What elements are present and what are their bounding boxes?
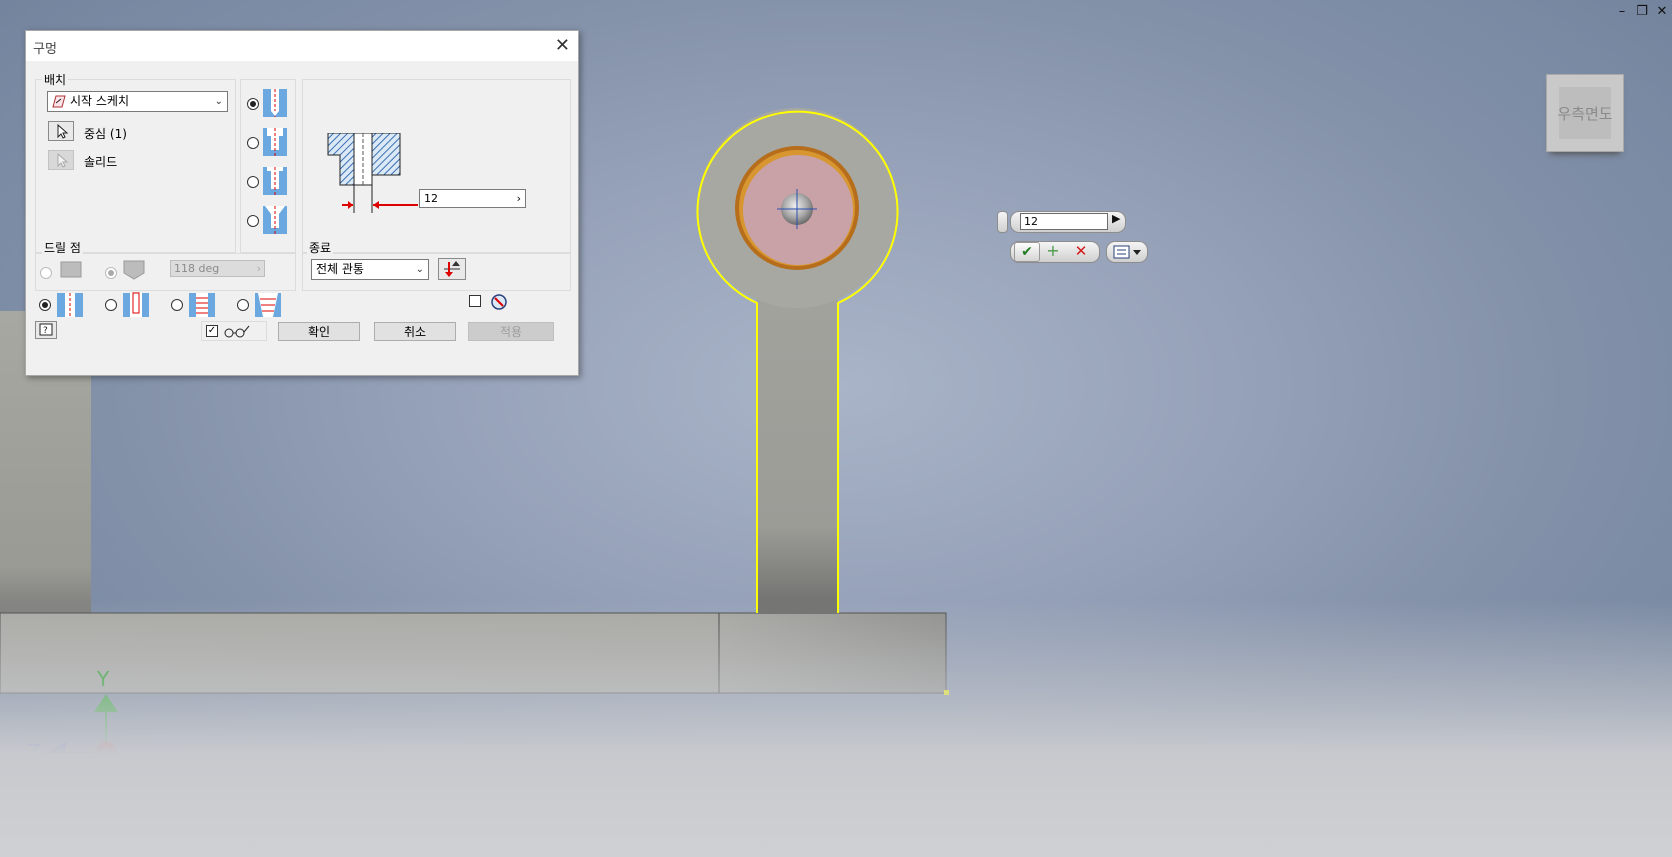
chevron-right-icon: › (256, 262, 261, 275)
hole-diameter-input[interactable]: 12 › (419, 189, 526, 208)
preview-toggle[interactable]: ✓ (201, 321, 267, 341)
simple-hole-icon (263, 89, 287, 117)
flip-direction-icon (444, 261, 460, 277)
clearance-hole-radio[interactable] (247, 137, 259, 149)
taper-hole-radio[interactable] (247, 215, 259, 227)
dialog-close-icon[interactable]: ✕ (555, 35, 570, 56)
placement-selected: 시작 스케치 (70, 94, 130, 108)
solid-label: 솔리드 (84, 155, 118, 169)
cancel-x-icon[interactable]: ✕ (1069, 241, 1093, 261)
counterbore-hole-icon (263, 128, 287, 156)
countersink-hole-icon (263, 206, 287, 234)
cursor-arrow-icon (57, 152, 69, 168)
clearance-hole-icon (123, 292, 149, 317)
simple-hole-radio[interactable] (247, 98, 259, 110)
base-plate[interactable] (0, 612, 947, 694)
minitoolbar-grip[interactable] (997, 211, 1008, 233)
flat-drill-icon (60, 261, 82, 278)
drill-angle-input[interactable]: 118 deg › (170, 260, 265, 277)
minitoolbar-arrow-icon[interactable]: ▶ (1112, 212, 1120, 225)
taper-tapped-hole-icon (255, 293, 281, 317)
angle-drill-radio[interactable] (105, 267, 117, 279)
hole-option-taper-radio[interactable] (237, 299, 249, 311)
preview-checkbox[interactable]: ✓ (206, 325, 218, 337)
hole-option-clearance-radio[interactable] (105, 299, 117, 311)
link-stem[interactable] (757, 260, 838, 614)
y-axis-label: Y (97, 667, 110, 691)
solid-select-button[interactable] (48, 150, 74, 170)
cosmetic-thread-icon[interactable] (490, 293, 508, 311)
z-axis-label: Z (27, 740, 41, 764)
drill-angle-value: 118 deg (174, 262, 220, 275)
cancel-button[interactable]: 취소 (374, 322, 456, 341)
placement-label: 배치 (42, 71, 69, 88)
drilled-hole-icon (57, 293, 83, 317)
hole-option-tapped-radio[interactable] (171, 299, 183, 311)
glasses-icon (224, 325, 250, 338)
tapped-hole-radio[interactable] (247, 176, 259, 188)
apply-plus-icon[interactable]: + (1043, 241, 1063, 261)
hole-section-diagram (327, 133, 418, 213)
spotface-hole-icon (263, 167, 287, 195)
viewcube[interactable]: 우측면도 (1546, 74, 1624, 152)
ok-check-icon[interactable]: ✔ (1014, 242, 1040, 262)
chevron-down-icon: ⌄ (415, 264, 424, 275)
placement-select[interactable]: 시작 스케치 ⌄ (47, 91, 228, 112)
minitoolbar-size-input[interactable]: 12 (1020, 213, 1108, 230)
center-label: 중심 (1) (84, 127, 127, 141)
minitoolbar-options-icon[interactable] (1106, 241, 1148, 263)
hole-dialog: 구멍 ✕ 배치 시작 스케치 ⌄ 중심 (1) 솔리드 12 › 드릴 점 11… (25, 30, 579, 376)
center-select-button[interactable] (48, 121, 74, 141)
termination-select[interactable]: 전체 관통 ⌄ (311, 259, 429, 280)
help-icon: ? (39, 323, 53, 336)
viewcube-face-label: 우측면도 (1557, 105, 1613, 123)
flip-direction-button[interactable] (438, 258, 466, 280)
ok-button[interactable]: 확인 (278, 322, 360, 341)
angled-drill-icon (123, 260, 145, 280)
hole-option-simple-radio[interactable] (39, 299, 51, 311)
hole-diameter-value: 12 (424, 192, 438, 205)
cursor-arrow-icon (57, 123, 69, 139)
dialog-titlebar[interactable]: 구멍 ✕ (26, 31, 578, 61)
sketch-icon (52, 95, 66, 114)
chevron-down-icon: ⌄ (214, 96, 223, 107)
tapped-hole-icon (189, 293, 215, 317)
dialog-title: 구멍 (33, 42, 57, 57)
help-button[interactable]: ? (35, 321, 57, 339)
infer-ipart-checkbox[interactable] (469, 295, 481, 307)
chevron-right-icon[interactable]: › (517, 190, 521, 207)
svg-text:?: ? (43, 326, 48, 336)
drill-point-label: 드릴 점 (42, 239, 83, 256)
flat-drill-radio[interactable] (40, 267, 52, 279)
termination-label: 종료 (307, 239, 334, 256)
apply-button[interactable]: 적용 (468, 322, 554, 341)
termination-selected: 전체 관통 (316, 262, 364, 276)
